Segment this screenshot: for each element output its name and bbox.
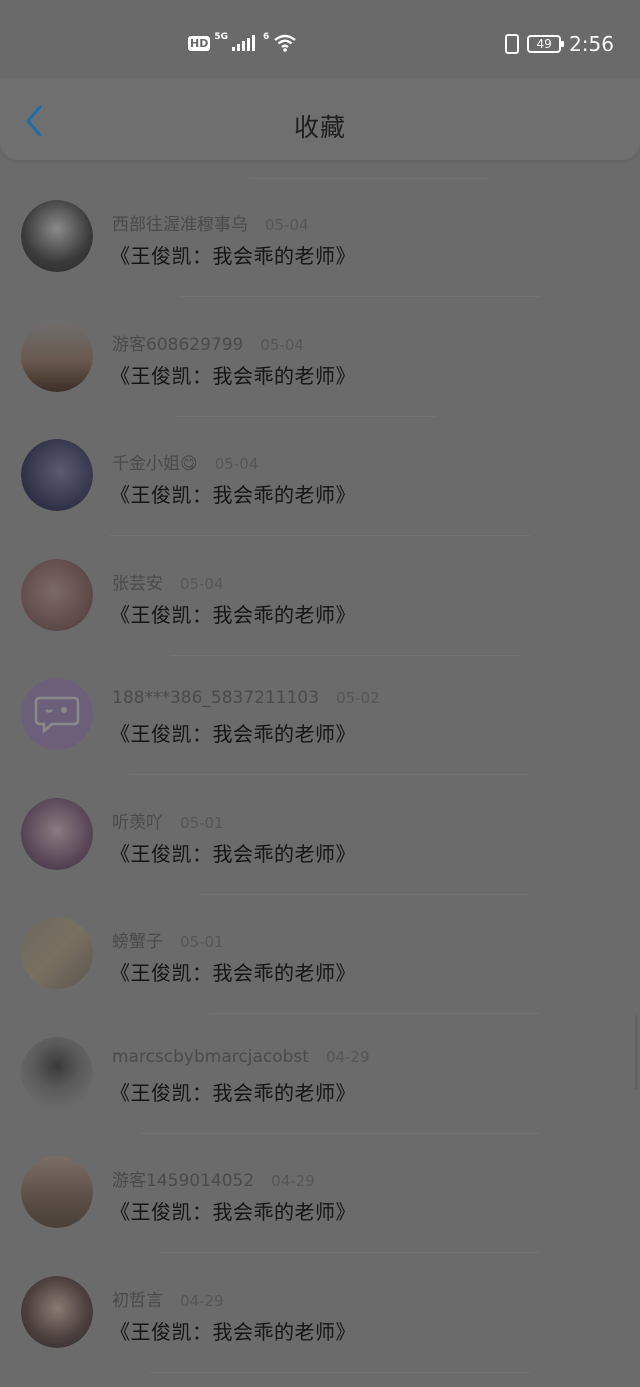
username: 游客608629799 <box>112 334 244 355</box>
avatar <box>21 439 93 511</box>
status-right: 49 2:56 <box>505 32 614 56</box>
date: 05-04 <box>180 574 224 593</box>
date: 05-01 <box>180 813 224 832</box>
list-item[interactable]: 张芸安 05-04 《王俊凯：我会乖的老师》 <box>0 519 640 656</box>
avatar <box>21 678 93 750</box>
avatar <box>21 1036 93 1109</box>
chat-bubble-icon <box>34 696 80 734</box>
hd-badge: HD <box>188 35 211 51</box>
username: 张芸安 <box>112 573 163 594</box>
status-left: HD 5G 6 <box>188 32 297 52</box>
item-title: 《王俊凯：我会乖的老师》 <box>110 602 356 627</box>
date: 04-29 <box>325 1047 370 1066</box>
avatar <box>21 1275 93 1348</box>
list-item[interactable]: 螃蟹子 05-01 《王俊凯：我会乖的老师》 <box>0 877 640 1014</box>
username: 西部往渥准穆事乌 <box>112 215 248 235</box>
wifi-icon <box>274 34 297 52</box>
date: 04-29 <box>271 1172 315 1190</box>
date: 05-04 <box>265 216 309 234</box>
list-item[interactable]: 千金小姐😋 05-04 《王俊凯：我会乖的老师》 <box>0 399 640 536</box>
navigation-bar: 收藏 <box>0 78 640 160</box>
username: 188***386_5837211103 <box>112 688 320 708</box>
item-title: 《王俊凯：我会乖的老师》 <box>110 1319 356 1344</box>
avatar <box>21 319 93 392</box>
item-title: 《王俊凯：我会乖的老师》 <box>110 1200 356 1224</box>
signal-icon <box>232 35 255 51</box>
battery-icon: 49 <box>527 35 565 53</box>
date: 05-02 <box>336 689 380 707</box>
list-item[interactable]: 188***386_5837211103 05-02 《王俊凯：我会乖的老师》 <box>0 638 640 775</box>
username: 千金小姐😋 <box>112 454 198 474</box>
item-title: 《王俊凯：我会乖的老师》 <box>110 483 356 507</box>
clock: 2:56 <box>569 32 614 56</box>
divider <box>150 1371 530 1373</box>
username: 螃蟹子 <box>112 932 163 952</box>
scrollbar[interactable] <box>635 1015 638 1090</box>
list-item[interactable]: 西部往渥准穆事乌 05-04 《王俊凯：我会乖的老师》 <box>0 160 640 297</box>
status-bar: HD 5G 6 49 2:56 <box>0 0 640 78</box>
item-title: 《王俊凯：我会乖的老师》 <box>110 961 356 985</box>
list-item[interactable]: 游客1459014052 04-29 《王俊凯：我会乖的老师》 <box>0 1116 640 1253</box>
date: 05-04 <box>260 335 304 354</box>
item-title: 《王俊凯：我会乖的老师》 <box>110 722 356 746</box>
avatar <box>21 200 93 272</box>
username: marcscbybmarcjacobst <box>112 1046 309 1067</box>
network-type: 5G <box>214 32 228 42</box>
username: 初哲言 <box>112 1290 163 1311</box>
avatar <box>21 558 93 631</box>
item-title: 《王俊凯：我会乖的老师》 <box>110 841 356 866</box>
avatar <box>21 1156 93 1228</box>
item-title: 《王俊凯：我会乖的老师》 <box>110 244 356 268</box>
list-item[interactable]: marcscbybmarcjacobst 04-29 《王俊凯：我会乖的老师》 <box>0 997 640 1134</box>
avatar <box>21 917 93 989</box>
list-item[interactable]: 初哲言 04-29 《王俊凯：我会乖的老师》 <box>0 1236 640 1373</box>
list-item[interactable]: 听羡吖 05-01 《王俊凯：我会乖的老师》 <box>0 758 640 895</box>
date: 05-01 <box>180 933 224 951</box>
username: 游客1459014052 <box>112 1171 255 1191</box>
wifi-generation: 6 <box>263 32 270 42</box>
date: 05-04 <box>214 455 259 473</box>
item-title: 《王俊凯：我会乖的老师》 <box>110 363 356 388</box>
date: 04-29 <box>180 1291 224 1310</box>
vibrate-icon <box>505 34 520 54</box>
page-title: 收藏 <box>293 113 346 142</box>
avatar <box>21 797 93 870</box>
item-title: 《王俊凯：我会乖的老师》 <box>110 1080 356 1105</box>
username: 听羡吖 <box>112 812 163 833</box>
list-item[interactable]: 游客608629799 05-04 《王俊凯：我会乖的老师》 <box>0 280 640 417</box>
